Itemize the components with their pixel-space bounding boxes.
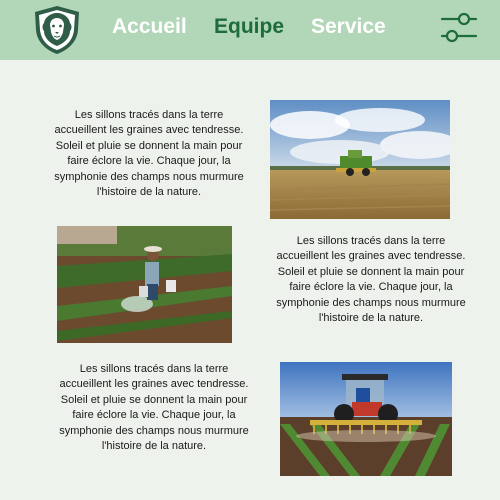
nav-link-equipe[interactable]: Equipe: [214, 14, 284, 40]
paragraph-3: Les sillons tracés dans la terre accueil…: [59, 363, 249, 453]
tractor-cultivator-photo: [280, 362, 452, 476]
paragraph-1: Les sillons tracés dans la terre accueil…: [54, 109, 244, 199]
farmer-watering-photo: [57, 226, 232, 343]
combine-harvester-photo: [270, 100, 450, 219]
lion-shield-logo-icon[interactable]: [30, 4, 84, 56]
nav-link-accueil[interactable]: Accueil: [112, 14, 187, 40]
top-navigation-bar: Accueil Equipe Service: [0, 0, 500, 60]
nav-link-service[interactable]: Service: [311, 14, 386, 40]
sliders-menu-icon[interactable]: [440, 10, 478, 46]
paragraph-2: Les sillons tracés dans la terre accueil…: [276, 235, 466, 325]
